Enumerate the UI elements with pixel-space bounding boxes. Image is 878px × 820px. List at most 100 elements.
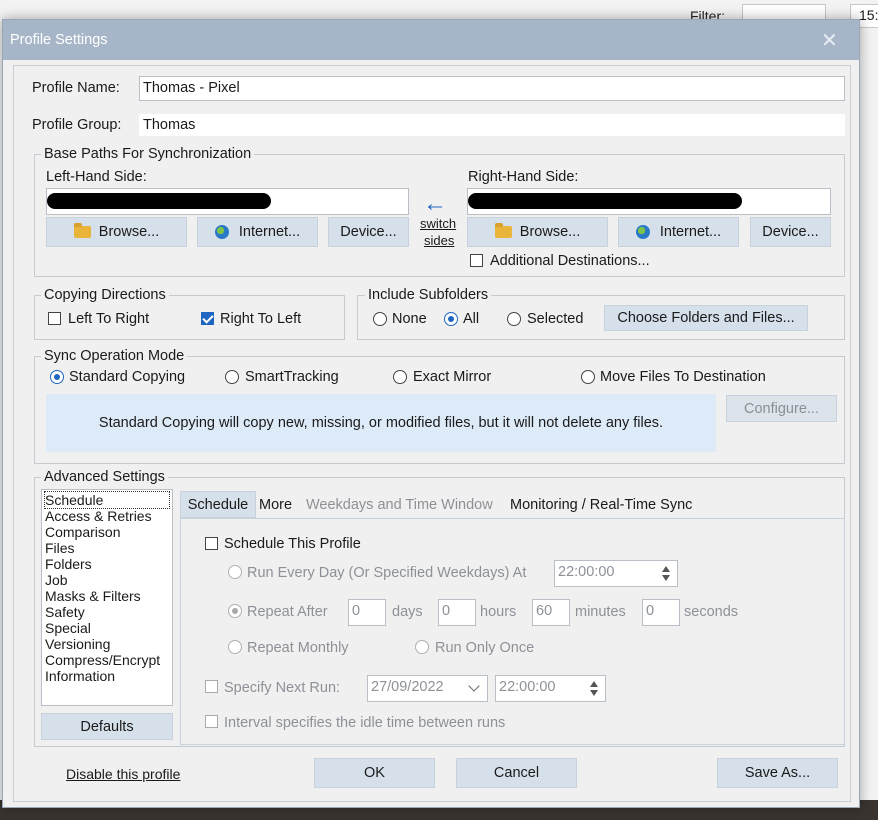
- interval-idle-label: Interval specifies the idle time between…: [224, 715, 506, 731]
- folder-icon: [73, 223, 91, 238]
- globe-icon: [214, 225, 229, 239]
- dialog-content: Profile Name: Thomas - Pixel Profile Gro…: [13, 65, 851, 802]
- left-to-right-label: Left To Right: [68, 311, 150, 327]
- repeat-seconds-input[interactable]: 0: [642, 599, 680, 626]
- category-item-safety[interactable]: Safety: [45, 604, 85, 620]
- cancel-button[interactable]: Cancel: [456, 758, 577, 788]
- repeat-after-radio[interactable]: [228, 604, 242, 618]
- repeat-minutes-input[interactable]: 60: [532, 599, 570, 626]
- repeat-monthly-label: Repeat Monthly: [247, 640, 349, 656]
- right-internet-button[interactable]: Internet...: [618, 217, 739, 247]
- category-item-information[interactable]: Information: [45, 668, 115, 684]
- advanced-settings-title: Advanced Settings: [41, 469, 168, 485]
- left-browse-button[interactable]: Browse...: [46, 217, 187, 247]
- category-item-job[interactable]: Job: [45, 572, 68, 588]
- right-browse-button[interactable]: Browse...: [467, 217, 608, 247]
- tab-monitoring-real-time-sync[interactable]: Monitoring / Real-Time Sync: [510, 497, 692, 513]
- folder-icon: [494, 223, 512, 238]
- profile-settings-dialog: Profile Settings ✕ Profile Name: Thomas …: [2, 19, 860, 808]
- defaults-button[interactable]: Defaults: [41, 713, 173, 740]
- category-item-access-retries[interactable]: Access & Retries: [45, 508, 152, 524]
- subfolders-selected-radio[interactable]: [507, 312, 521, 326]
- arrow-left-icon[interactable]: ←: [423, 190, 447, 218]
- time-spinner-icon[interactable]: [585, 676, 603, 701]
- move-files-label: Move Files To Destination: [600, 369, 766, 385]
- days-label: days: [392, 604, 423, 620]
- globe-icon: [635, 225, 650, 239]
- right-to-left-checkbox[interactable]: [201, 312, 214, 325]
- additional-destinations-label: Additional Destinations...: [490, 253, 650, 269]
- repeat-days-input[interactable]: 0: [348, 599, 386, 626]
- title-bar[interactable]: Profile Settings ✕: [3, 20, 859, 60]
- category-item-compress-encrypt[interactable]: Compress/Encrypt: [45, 652, 160, 668]
- choose-folders-button[interactable]: Choose Folders and Files...: [604, 305, 808, 331]
- subfolders-all-radio[interactable]: [444, 312, 458, 326]
- minutes-label: minutes: [575, 604, 626, 620]
- schedule-this-profile-label: Schedule This Profile: [224, 536, 361, 552]
- hours-label: hours: [480, 604, 517, 620]
- sync-mode-title: Sync Operation Mode: [41, 348, 188, 364]
- exact-mirror-label: Exact Mirror: [413, 369, 492, 385]
- tab-weekdays-time-window[interactable]: Weekdays and Time Window: [306, 497, 493, 513]
- right-side-label: Right-Hand Side:: [468, 169, 579, 185]
- advanced-category-list[interactable]: Schedule Access & Retries Comparison Fil…: [41, 489, 173, 706]
- subfolders-selected-label: Selected: [527, 311, 584, 327]
- left-to-right-checkbox[interactable]: [48, 312, 61, 325]
- category-item-comparison[interactable]: Comparison: [45, 524, 120, 540]
- ok-button[interactable]: OK: [314, 758, 435, 788]
- repeat-after-label: Repeat After: [247, 604, 328, 620]
- profile-group-label: Profile Group:: [32, 117, 122, 133]
- exact-mirror-radio[interactable]: [393, 370, 407, 384]
- schedule-this-profile-checkbox[interactable]: [205, 537, 218, 550]
- save-as-button[interactable]: Save As...: [717, 758, 838, 788]
- repeat-hours-input[interactable]: 0: [438, 599, 476, 626]
- time-spinner-icon[interactable]: [657, 561, 675, 586]
- category-item-files[interactable]: Files: [45, 540, 75, 556]
- run-every-day-radio[interactable]: [228, 565, 242, 579]
- sync-mode-description: Standard Copying will copy new, missing,…: [46, 394, 716, 452]
- standard-copying-label: Standard Copying: [69, 369, 186, 385]
- move-files-radio[interactable]: [581, 370, 595, 384]
- interval-idle-checkbox[interactable]: [205, 715, 218, 728]
- seconds-label: seconds: [684, 604, 739, 620]
- left-internet-button[interactable]: Internet...: [197, 217, 318, 247]
- disable-profile-link[interactable]: Disable this profile: [66, 766, 180, 782]
- switch-sides-link-line2[interactable]: sides: [424, 233, 454, 248]
- category-item-folders[interactable]: Folders: [45, 556, 92, 572]
- tab-schedule[interactable]: Schedule: [180, 491, 256, 518]
- left-device-button[interactable]: Device...: [328, 217, 409, 247]
- base-paths-title: Base Paths For Synchronization: [41, 146, 255, 162]
- right-device-button[interactable]: Device...: [750, 217, 831, 247]
- right-path-input[interactable]: [467, 188, 831, 215]
- close-icon[interactable]: ✕: [821, 28, 838, 53]
- specify-next-run-label: Specify Next Run:: [224, 680, 341, 696]
- tab-more[interactable]: More: [259, 497, 292, 513]
- category-item-special[interactable]: Special: [45, 620, 91, 636]
- schedule-tab-panel: [180, 518, 845, 745]
- run-every-day-label: Run Every Day (Or Specified Weekdays) At: [247, 565, 527, 581]
- copying-directions-title: Copying Directions: [41, 287, 169, 303]
- subfolders-all-label: All: [463, 311, 480, 327]
- left-side-label: Left-Hand Side:: [46, 169, 147, 185]
- category-item-schedule[interactable]: Schedule: [44, 491, 170, 509]
- include-subfolders-title: Include Subfolders: [365, 287, 492, 303]
- profile-name-input[interactable]: Thomas - Pixel: [139, 76, 845, 101]
- smart-tracking-radio[interactable]: [225, 370, 239, 384]
- right-to-left-label: Right To Left: [220, 311, 302, 327]
- category-item-masks-filters[interactable]: Masks & Filters: [45, 588, 141, 604]
- repeat-monthly-radio[interactable]: [228, 640, 242, 654]
- run-only-once-radio[interactable]: [415, 640, 429, 654]
- left-path-input[interactable]: [46, 188, 409, 215]
- switch-sides-link-line1[interactable]: switch: [420, 216, 456, 231]
- dialog-title: Profile Settings: [10, 32, 108, 48]
- subfolders-none-label: None: [392, 311, 427, 327]
- additional-destinations-checkbox[interactable]: [470, 254, 483, 267]
- subfolders-none-radio[interactable]: [373, 312, 387, 326]
- configure-button[interactable]: Configure...: [726, 395, 837, 422]
- category-item-versioning[interactable]: Versioning: [45, 636, 110, 652]
- specify-next-run-checkbox[interactable]: [205, 680, 218, 693]
- smart-tracking-label: SmartTracking: [245, 369, 339, 385]
- profile-group-field[interactable]: Thomas: [139, 114, 845, 136]
- run-only-once-label: Run Only Once: [435, 640, 535, 656]
- standard-copying-radio[interactable]: [50, 370, 64, 384]
